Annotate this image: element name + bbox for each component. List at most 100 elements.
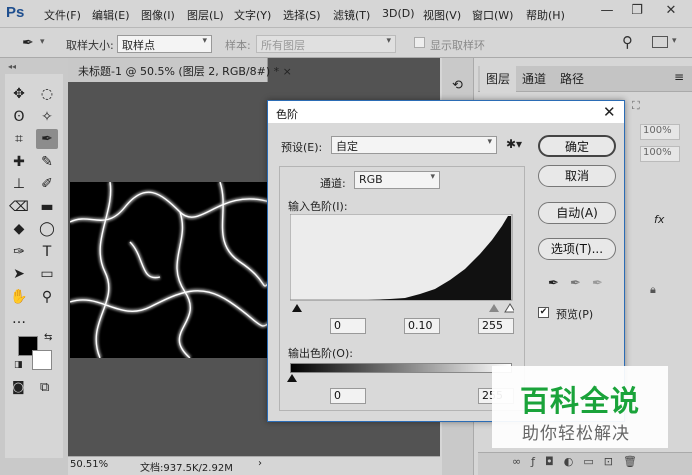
menu-item[interactable]: 帮助(H)	[526, 7, 565, 23]
pen-tool-icon[interactable]: ✑	[8, 242, 30, 262]
preset-select[interactable]: 自定 ▾	[331, 136, 497, 154]
ok-button[interactable]: 确定	[538, 135, 616, 157]
black-point-slider	[292, 304, 302, 312]
fill-value: 100%	[643, 147, 672, 158]
preview-label: 预览(P)	[556, 308, 594, 321]
default-colors-icon[interactable]: ◨	[14, 360, 23, 370]
chevron-down-icon: ▾	[202, 36, 207, 46]
chevron-down-icon: ▾	[430, 172, 435, 182]
screen-mode-icon[interactable]: ⧉	[40, 380, 49, 395]
path-selection-tool-icon[interactable]: ➤	[8, 264, 30, 284]
photoshop-logo: Ps	[6, 4, 25, 21]
output-levels-label: 输出色阶(O):	[288, 347, 353, 360]
auto-button[interactable]: 自动(A)	[538, 202, 616, 224]
opacity-value: 100%	[643, 125, 672, 136]
minimize-button[interactable]: —	[596, 2, 618, 20]
eyedropper-tool-icon[interactable]: ✒	[36, 129, 58, 149]
channel-value: RGB	[359, 173, 383, 186]
channel-select[interactable]: RGB ▾	[354, 171, 440, 189]
sample-size-select[interactable]: 取样点 ▾	[117, 35, 212, 53]
restore-button[interactable]: ❐	[626, 2, 648, 20]
crop-tool-icon[interactable]: ⌗	[8, 129, 30, 149]
white-eyedropper-icon[interactable]: ✒	[592, 276, 603, 291]
output-black-slider[interactable]	[286, 373, 300, 383]
shape-tool-icon[interactable]: ▭	[36, 264, 58, 284]
quick-mask-icon[interactable]: ◙	[12, 380, 25, 395]
menu-item[interactable]: 文件(F)	[44, 7, 81, 23]
dodge-tool-icon[interactable]: ◯	[36, 219, 58, 239]
chevron-right-icon[interactable]: ›	[258, 458, 262, 469]
black-eyedropper-icon[interactable]: ✒	[548, 276, 559, 291]
sample-label: 样本:	[225, 39, 251, 52]
gradient-tool-icon[interactable]: ▬	[36, 197, 58, 217]
gray-eyedropper-icon[interactable]: ✒	[570, 276, 581, 291]
chevron-down-icon[interactable]: ▾	[672, 36, 677, 46]
menu-item[interactable]: 选择(S)	[283, 7, 321, 23]
stamp-tool-icon[interactable]: ⊥	[8, 174, 30, 194]
menu-item[interactable]: 图层(L)	[187, 7, 224, 23]
menu-item[interactable]: 滤镜(T)	[333, 7, 370, 23]
watermark-subtitle: 助你轻松解决	[522, 424, 630, 444]
workspace-icon[interactable]	[652, 36, 668, 48]
input-white-field[interactable]: 255	[478, 318, 514, 334]
panel-tab[interactable]: 图层	[486, 70, 510, 87]
input-levels-label: 输入色阶(I):	[288, 200, 348, 213]
more-tools-icon[interactable]: …	[8, 309, 30, 329]
history-icon[interactable]: ⟲	[452, 78, 463, 93]
preset-settings-gear-icon[interactable]: ✱▾	[506, 137, 522, 151]
opacity-field[interactable]: 100%	[640, 124, 680, 140]
close-window-button[interactable]: ✕	[660, 2, 682, 20]
menu-item[interactable]: 文字(Y)	[234, 7, 271, 23]
sample-size-label: 取样大小:	[66, 39, 114, 52]
output-black-field[interactable]: 0	[330, 388, 366, 404]
options-button[interactable]: 选项(T)...	[538, 238, 616, 260]
document-info: 文档:937.5K/2.92M	[140, 463, 233, 474]
lock-icon: 🔒︎	[650, 283, 656, 296]
collapse-toolbar-icon[interactable]: ◂◂	[8, 62, 16, 71]
sample-size-value: 取样点	[122, 39, 155, 52]
panel-tab[interactable]: 路径	[560, 70, 584, 87]
blur-tool-icon[interactable]: ◆	[8, 219, 30, 239]
history-brush-tool-icon[interactable]: ✐	[36, 174, 58, 194]
input-black-field[interactable]: 0	[330, 318, 366, 334]
eyedropper-tool-icon[interactable]: ✒	[22, 35, 34, 51]
layer-effects-icon[interactable]: fx	[654, 213, 664, 226]
menu-item[interactable]: 3D(D)	[382, 7, 415, 20]
hand-tool-icon[interactable]: ✋	[8, 287, 30, 307]
panel-tab[interactable]: 通道	[522, 70, 546, 87]
move-tool-icon[interactable]: ✥	[8, 84, 30, 104]
dialog-titlebar[interactable]	[268, 101, 624, 123]
zoom-tool-icon[interactable]: ⚲	[36, 287, 58, 307]
swap-colors-icon[interactable]: ⇆	[44, 332, 52, 343]
zoom-level[interactable]: 50.51%	[70, 459, 108, 470]
dialog-close-button[interactable]: ✕	[603, 103, 616, 121]
output-gradient	[290, 363, 512, 373]
lock-pixels-icon[interactable]: ⛶	[632, 99, 640, 113]
panel-menu-icon[interactable]: ≡	[674, 70, 684, 84]
brush-tool-icon[interactable]: ✎	[36, 152, 58, 172]
healing-brush-tool-icon[interactable]: ✚	[8, 152, 30, 172]
type-tool-icon[interactable]: T	[36, 242, 58, 262]
fill-field[interactable]: 100%	[640, 146, 680, 162]
search-icon[interactable]: ⚲	[622, 33, 633, 51]
background-color-swatch[interactable]	[32, 350, 52, 370]
marquee-tool-icon[interactable]: ◌	[36, 84, 58, 104]
layer-footer-icons[interactable]: ∞ƒ◘◐▭⊡🗑︎	[512, 455, 647, 468]
lasso-tool-icon[interactable]: ʘ	[8, 107, 30, 127]
close-document-icon[interactable]: ×	[283, 65, 292, 78]
tool-preset-chevron-icon[interactable]: ▾	[40, 37, 45, 47]
show-ring-checkbox[interactable]	[414, 37, 425, 48]
document-tab-title: 未标题-1 @ 50.5% (图层 2, RGB/8#) * ×	[78, 63, 292, 79]
preview-checkbox[interactable]: ✔	[538, 307, 549, 318]
cancel-button[interactable]: 取消	[538, 165, 616, 187]
menu-item[interactable]: 窗口(W)	[472, 7, 513, 23]
preset-value: 自定	[336, 140, 358, 153]
menu-item[interactable]: 视图(V)	[423, 7, 461, 23]
input-gamma-field[interactable]: 0.10	[404, 318, 440, 334]
menu-item[interactable]: 图像(I)	[141, 7, 175, 23]
magic-wand-tool-icon[interactable]: ✧	[36, 107, 58, 127]
sample-select[interactable]: 所有图层 ▾	[256, 35, 396, 53]
eraser-tool-icon[interactable]: ⌫	[8, 197, 30, 217]
image-canvas[interactable]	[70, 182, 270, 358]
menu-item[interactable]: 编辑(E)	[92, 7, 130, 23]
